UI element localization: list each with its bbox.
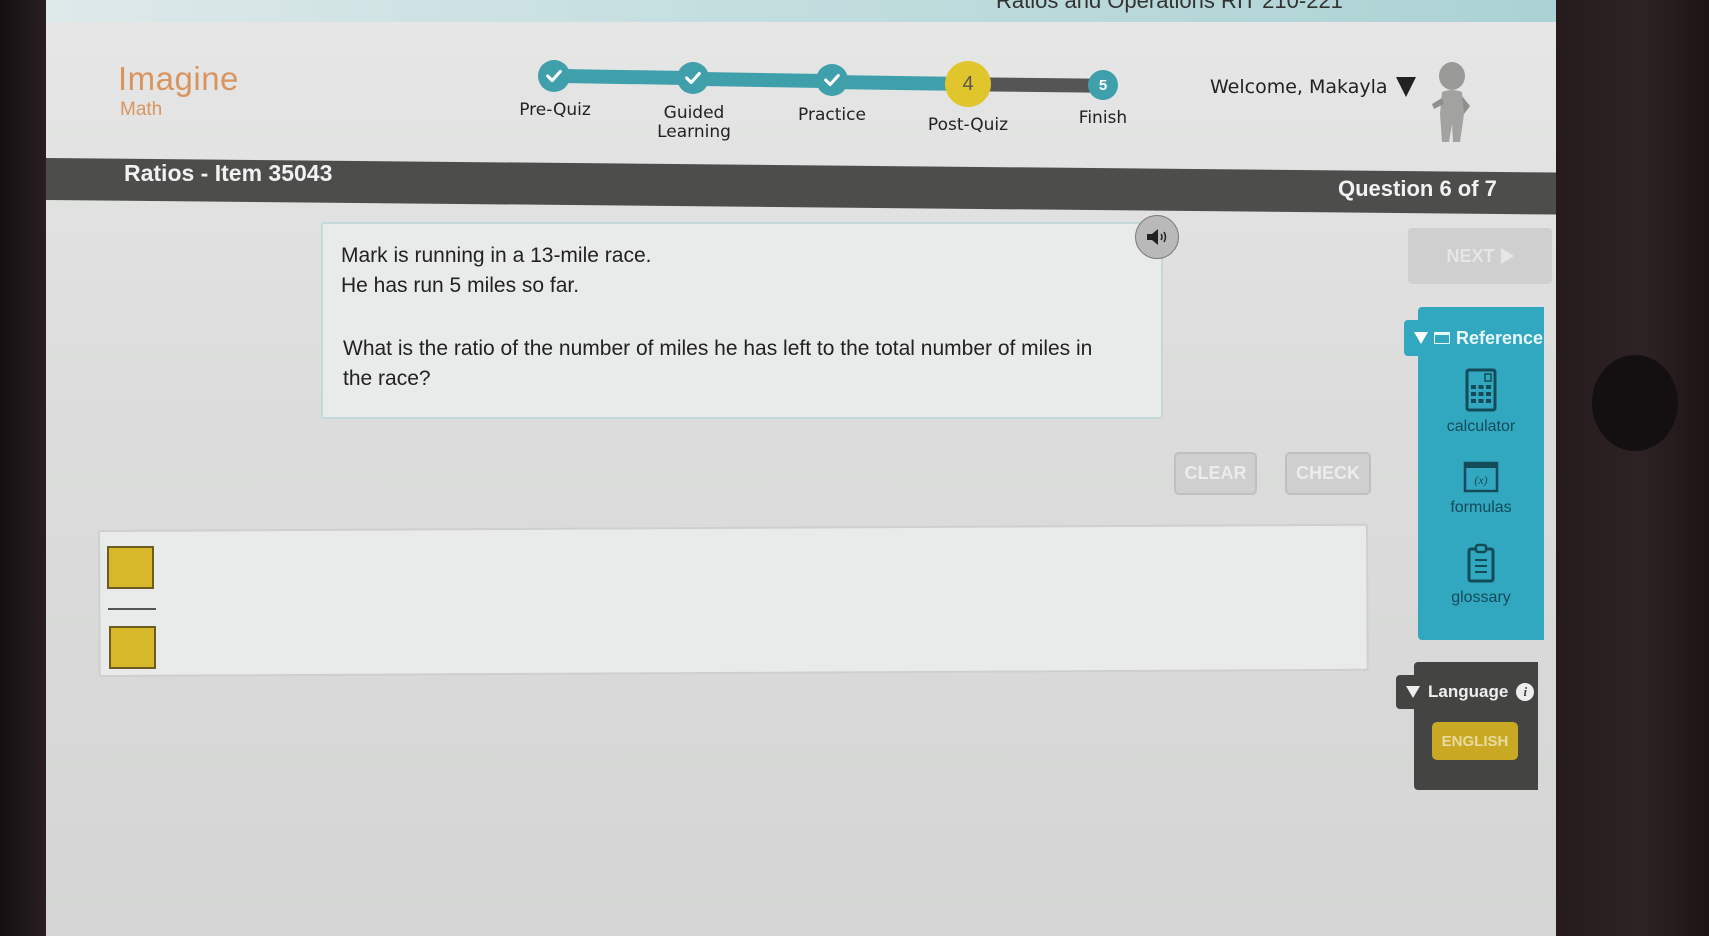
step-finish-marker[interactable]: 5	[1088, 70, 1118, 100]
caret-down-icon	[1406, 686, 1420, 698]
user-menu[interactable]: Welcome, Makayla	[1210, 76, 1416, 98]
question-text-line: Mark is running in a 13-mile race.	[341, 244, 652, 267]
step-practice-marker[interactable]	[816, 64, 848, 96]
step-pre-quiz-marker[interactable]	[538, 60, 570, 92]
device-camera	[1592, 355, 1678, 451]
question-card: Mark is running in a 13-mile race. He ha…	[321, 222, 1163, 419]
denominator-input[interactable]	[109, 626, 156, 669]
check-button[interactable]: CHECK	[1285, 452, 1371, 495]
next-button-label: NEXT	[1446, 245, 1495, 266]
play-arrow-icon	[1500, 248, 1514, 264]
numerator-input[interactable]	[107, 546, 154, 589]
formulas-label: formulas	[1450, 499, 1512, 516]
speaker-icon	[1147, 229, 1167, 245]
svg-text:(x): (x)	[1474, 473, 1487, 487]
calculator-icon	[1465, 368, 1497, 412]
question-text-line: He has run 5 miles so far.	[341, 274, 580, 297]
step-label-line: Guided	[663, 103, 725, 123]
clear-button[interactable]: CLEAR	[1174, 452, 1257, 495]
check-icon	[685, 71, 701, 85]
step-label: Post-Quiz	[927, 115, 1009, 135]
reference-toggle[interactable]: Reference	[1404, 320, 1544, 356]
formulas-icon: (x)	[1463, 461, 1499, 493]
reference-label: Reference	[1456, 327, 1544, 348]
caret-down-icon	[1414, 332, 1428, 344]
step-post-quiz-marker[interactable]: 4	[945, 61, 991, 107]
question-counter: Question 6 of 7	[1338, 176, 1497, 201]
question-prompt-line: the race?	[343, 367, 431, 390]
answer-area	[98, 523, 1369, 677]
device-bezel-right	[1540, 0, 1709, 936]
language-english-button[interactable]: ENGLISH	[1432, 722, 1518, 760]
step-label-line: Learning	[657, 122, 731, 142]
read-aloud-button[interactable]	[1135, 215, 1179, 259]
glossary-label: glossary	[1451, 589, 1511, 606]
check-icon	[546, 69, 562, 83]
device-bezel-left	[0, 0, 48, 936]
welcome-text: Welcome, Makayla	[1210, 76, 1388, 98]
calculator-tool[interactable]: calculator	[1418, 368, 1544, 436]
step-label: Pre-Quiz	[519, 100, 591, 120]
language-toggle[interactable]: Language i	[1396, 675, 1536, 709]
check-icon	[824, 73, 840, 87]
step-label: Practice	[798, 105, 866, 125]
reference-book-icon	[1434, 332, 1450, 344]
glossary-tool[interactable]: glossary	[1418, 543, 1544, 607]
item-title: Ratios - Item 35043	[124, 160, 333, 186]
calculator-label: calculator	[1446, 418, 1516, 435]
info-icon[interactable]: i	[1516, 683, 1535, 701]
step-label: Finish	[1078, 108, 1128, 128]
step-guided-learning-marker[interactable]	[677, 62, 709, 94]
avatar[interactable]	[1426, 62, 1476, 144]
progress-segment	[553, 68, 695, 86]
formulas-tool[interactable]: (x) formulas	[1418, 461, 1544, 517]
clipboard-icon	[1467, 543, 1495, 583]
progress-segment	[693, 71, 833, 89]
language-label: Language	[1428, 682, 1509, 701]
caret-down-icon	[1395, 77, 1416, 97]
question-prompt-line: What is the ratio of the number of miles…	[343, 337, 1093, 360]
next-button[interactable]: NEXT	[1408, 228, 1552, 284]
app-screen: Ratios and Operations RIT 210-221 Imagin…	[46, 0, 1556, 936]
fraction-bar	[108, 608, 156, 610]
step-label: Guided Learning	[657, 104, 731, 142]
